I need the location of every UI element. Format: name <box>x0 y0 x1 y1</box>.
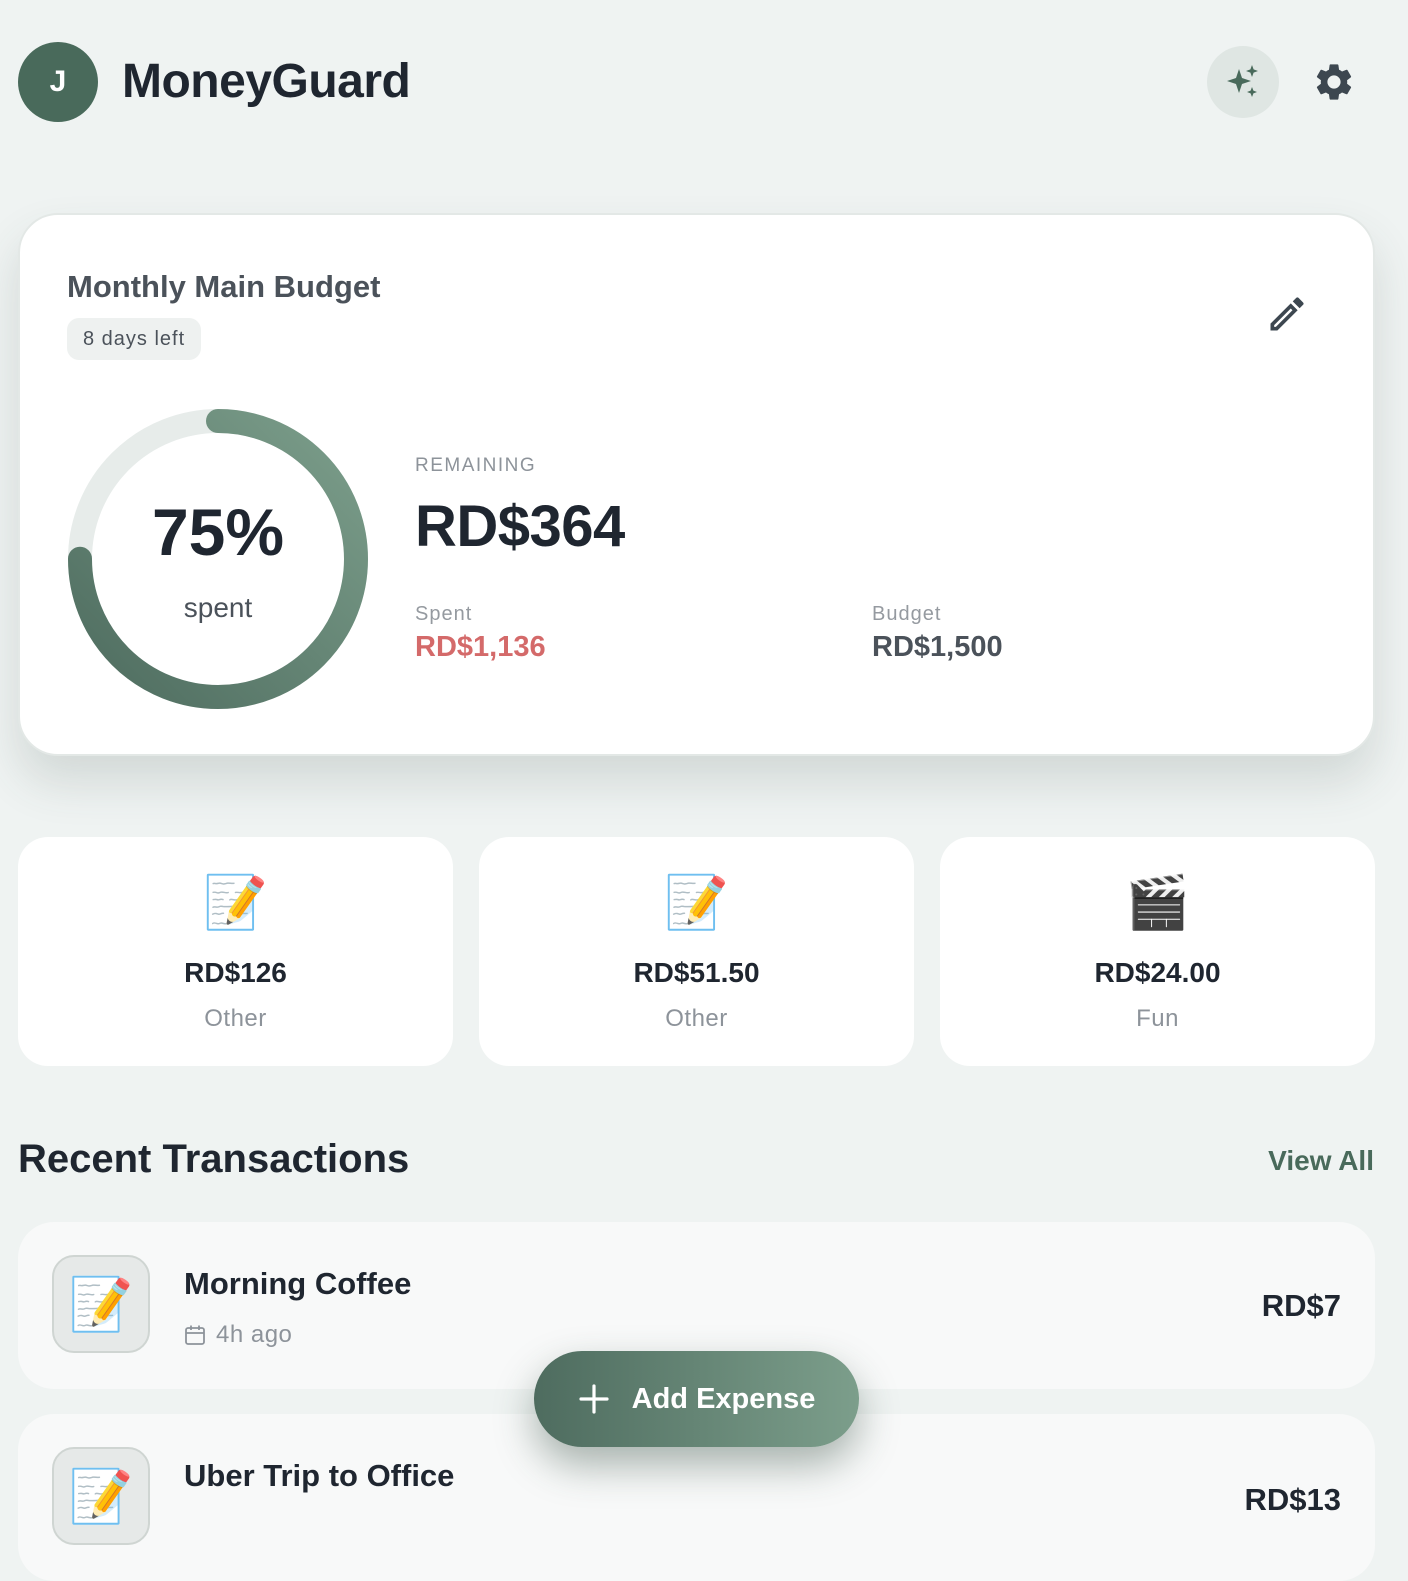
app-header: J MoneyGuard <box>0 0 1408 164</box>
category-label: Other <box>665 1005 728 1032</box>
add-expense-button[interactable]: Add Expense <box>534 1351 859 1447</box>
spent-percentage: 75% <box>151 495 285 569</box>
transaction-amount: RD$13 <box>1244 1482 1342 1517</box>
spent-amount: RD$1,136 <box>415 631 546 663</box>
category-amount: RD$24.00 <box>1094 957 1221 988</box>
category-tile[interactable]: 📝 RD$126 Other <box>18 837 453 1066</box>
remaining-amount: RD$364 <box>415 494 625 559</box>
category-label: Other <box>204 1005 267 1032</box>
memo-icon: 📝 <box>203 874 268 932</box>
category-amount: RD$51.50 <box>633 957 760 988</box>
memo-icon: 📝 <box>52 1255 150 1353</box>
avatar[interactable]: J <box>18 42 98 122</box>
calendar-icon <box>185 1325 205 1345</box>
sparkles-icon <box>1227 65 1258 97</box>
memo-icon: 📝 <box>664 874 729 932</box>
view-all-link[interactable]: View All <box>1268 1143 1374 1179</box>
spent-caption: spent <box>183 592 253 623</box>
memo-icon: 📝 <box>52 1447 150 1545</box>
transaction-time-text: 4h ago <box>216 1321 293 1348</box>
plus-icon <box>579 1384 609 1414</box>
clapperboard-icon: 🎬 <box>1125 874 1190 932</box>
add-expense-label: Add Expense <box>631 1383 816 1415</box>
gear-icon <box>1316 64 1352 100</box>
budget-card: Monthly Main Budget 8 days left 75% spen… <box>18 213 1375 756</box>
spent-label: Spent <box>415 603 473 625</box>
category-amount: RD$126 <box>184 957 287 988</box>
recent-transactions-title: Recent Transactions <box>18 1137 410 1181</box>
budget-label: Budget <box>872 603 942 625</box>
edit-budget-button[interactable] <box>1262 289 1312 339</box>
budget-progress-ring: 75% spent <box>66 407 370 711</box>
budget-amount: RD$1,500 <box>872 631 1003 663</box>
category-tile[interactable]: 🎬 RD$24.00 Fun <box>940 837 1375 1066</box>
budget-title: Monthly Main Budget <box>67 269 381 304</box>
app-title: MoneyGuard <box>122 55 411 108</box>
ai-insights-button[interactable] <box>1207 46 1279 118</box>
transaction-amount: RD$7 <box>1261 1288 1341 1323</box>
transaction-time: 4h ago <box>184 1319 292 1351</box>
transaction-name: Morning Coffee <box>184 1266 412 1301</box>
category-tile[interactable]: 📝 RD$51.50 Other <box>479 837 914 1066</box>
category-label: Fun <box>1136 1005 1179 1032</box>
transaction-name: Uber Trip to Office <box>184 1458 455 1493</box>
settings-button[interactable] <box>1302 50 1366 114</box>
pencil-icon <box>1270 297 1304 331</box>
days-left-badge: 8 days left <box>67 318 202 360</box>
remaining-label: REMAINING <box>415 455 537 476</box>
